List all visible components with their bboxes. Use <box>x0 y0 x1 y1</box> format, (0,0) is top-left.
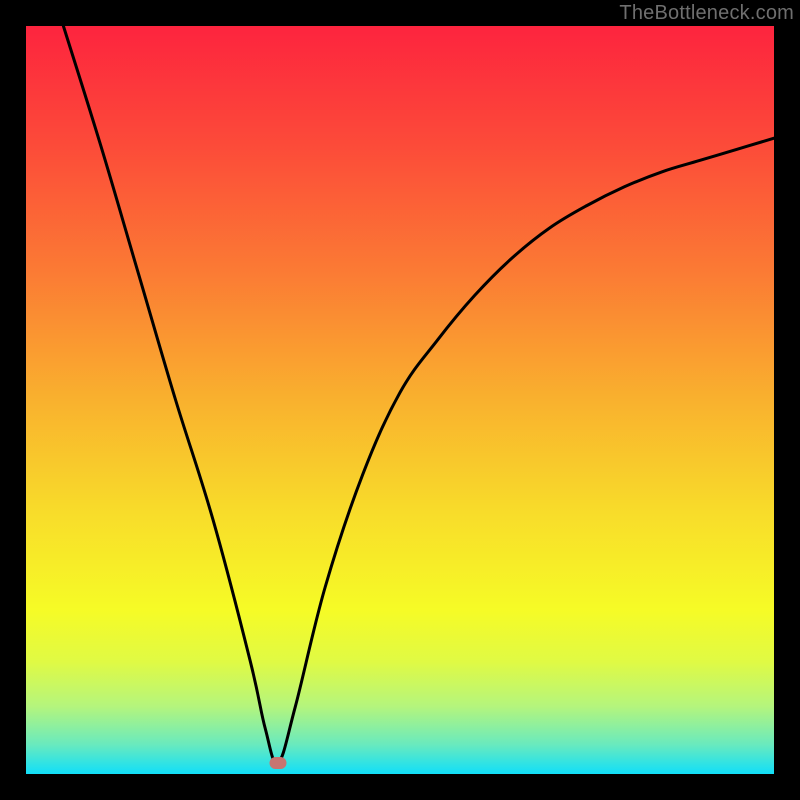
chart-frame: TheBottleneck.com <box>0 0 800 800</box>
bottleneck-curve <box>26 26 774 774</box>
watermark-text: TheBottleneck.com <box>619 2 794 25</box>
curve-path <box>63 26 774 763</box>
optimal-point-marker <box>270 757 287 769</box>
